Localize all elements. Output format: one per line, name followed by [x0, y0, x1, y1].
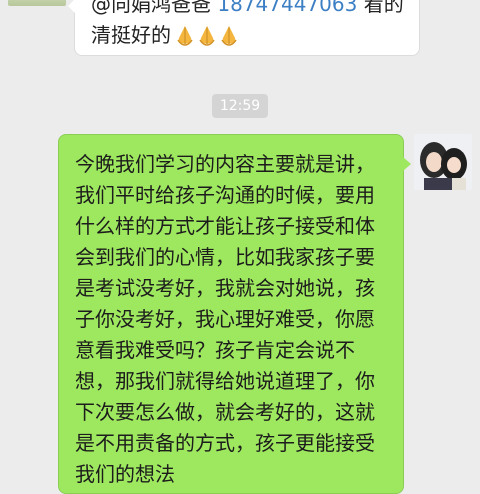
sender-avatar[interactable] — [8, 0, 66, 6]
emoji-row — [175, 24, 239, 46]
message-line: 是不用责备的方式，孩子更能接受 — [75, 431, 375, 455]
message-timestamp: 12:59 — [212, 94, 268, 118]
message-line: 我们平时给孩子沟通的时候，要用 — [75, 183, 375, 207]
message-line: 意看我难受吗？孩子肯定会说不 — [75, 338, 355, 362]
message-line: 是考试没考好，我就会对她说，孩 — [75, 276, 375, 300]
message-line: 我们的想法 — [75, 462, 175, 486]
mention-text[interactable]: @向娟鸿爸爸 — [91, 0, 211, 16]
message-line: 下次要怎么做，就会考好的，这就 — [75, 400, 375, 424]
message-line: 想，那我们就得给她说道理了，你 — [75, 369, 375, 393]
phone-link[interactable]: 18747447063 — [217, 0, 357, 16]
incoming-message-text: @向娟鸿爸爸 18747447063 看的 清挺好的 — [91, 0, 411, 51]
outgoing-message-text: 今晚我们学习的内容主要就是讲， 我们平时给孩子沟通的时候，要用 什么样的方式才能… — [75, 149, 399, 490]
message-line: 会到我们的心情，比如我家孩子要 — [75, 245, 375, 269]
my-avatar[interactable] — [414, 134, 472, 190]
incoming-message-bubble[interactable]: @向娟鸿爸爸 18747447063 看的 清挺好的 — [68, 0, 420, 56]
pray-hands-icon — [199, 26, 215, 46]
outgoing-message-bubble[interactable]: 今晚我们学习的内容主要就是讲， 我们平时给孩子沟通的时候，要用 什么样的方式才能… — [58, 134, 411, 494]
message-line: 什么样的方式才能让孩子接受和体 — [75, 214, 375, 238]
incoming-text-line2: 清挺好的 — [91, 20, 411, 51]
pray-hands-icon — [177, 26, 193, 46]
message-line: 今晚我们学习的内容主要就是讲， — [75, 152, 375, 176]
incoming-text-tail: 看的 — [363, 0, 404, 16]
message-line: 子你没考好，我心理好难受，你愿 — [75, 307, 375, 331]
avatar-photo-icon — [414, 134, 472, 190]
pray-hands-icon — [221, 26, 237, 46]
